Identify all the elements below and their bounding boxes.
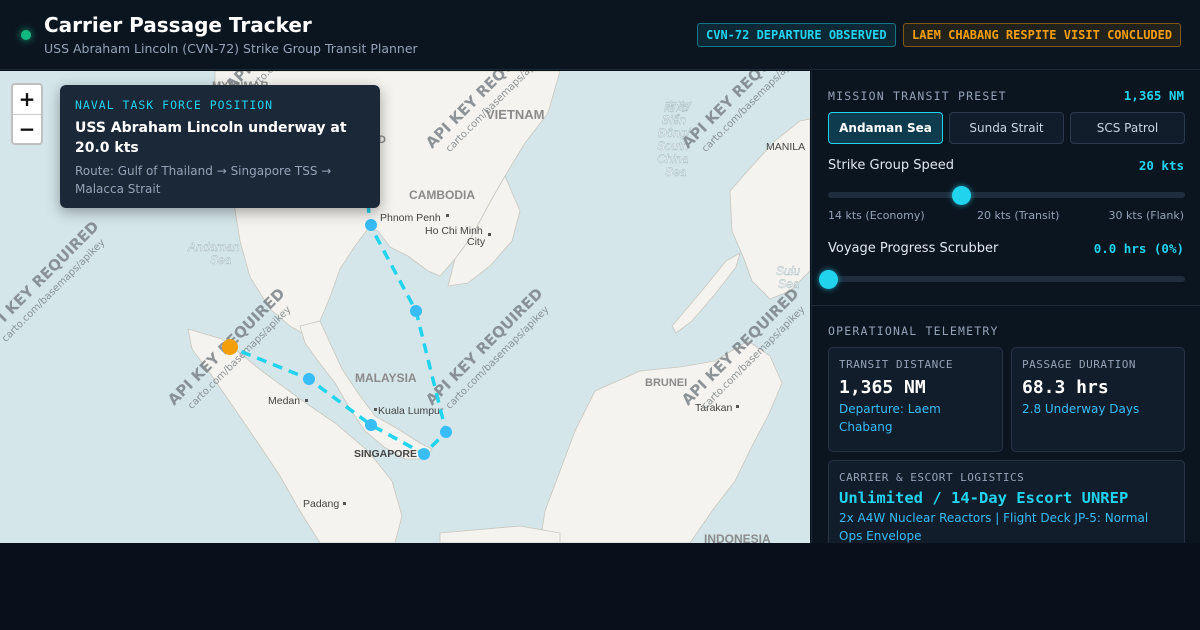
map-label-andaman-sea: Sea — [210, 253, 232, 267]
map-label-scs-5: China — [657, 152, 689, 166]
preset-scs-patrol-button[interactable]: SCS Patrol — [1070, 112, 1185, 144]
passage-duration-value: 68.3 hrs — [1022, 377, 1109, 398]
speed-tick-economy: 14 kts (Economy) — [828, 209, 925, 222]
route-waypoint[interactable] — [303, 373, 315, 385]
port-visit-status-badge: LAEM CHABANG RESPITE VISIT CONCLUDED — [903, 23, 1182, 47]
kuala-lumpur-marker — [374, 408, 377, 411]
preset-sunda-strait-button[interactable]: Sunda Strait — [949, 112, 1064, 144]
app-subtitle: USS Abraham Lincoln (CVN-72) Strike Grou… — [44, 41, 418, 56]
route-waypoint[interactable] — [418, 448, 430, 460]
map-label-scs-2: Biển — [662, 113, 686, 127]
medan-marker — [305, 399, 308, 402]
passage-duration-card: PASSAGE DURATION 68.3 hrs 2.8 Underway D… — [1011, 347, 1185, 452]
map-label-cambodia: CAMBODIA — [409, 188, 475, 202]
speed-label: Strike Group Speed — [828, 158, 954, 173]
transit-distance-sub: Departure: Laem Chabang — [839, 402, 941, 434]
app-header: Carrier Passage Tracker USS Abraham Linc… — [0, 0, 1200, 70]
speed-tick-flank: 30 kts (Flank) — [1108, 209, 1184, 222]
zoom-out-button[interactable]: − — [13, 114, 41, 143]
status-indicator — [21, 30, 31, 40]
route-waypoint[interactable] — [365, 419, 377, 431]
panel-divider — [812, 305, 1200, 306]
route-waypoint[interactable] — [365, 219, 377, 231]
preset-andaman-sea-button[interactable]: Andaman Sea — [828, 112, 943, 144]
map-label-andaman: Andaman — [187, 240, 240, 254]
ho-chi-minh-marker — [488, 233, 491, 236]
phnom-penh-marker — [446, 214, 449, 217]
zoom-in-button[interactable]: + — [13, 85, 41, 114]
speed-value: 20 kts — [1138, 158, 1184, 173]
progress-value: 0.0 hrs (0%) — [1093, 241, 1184, 256]
map-label-scs-1: 南海/ — [663, 100, 692, 114]
speed-tick-transit: 20 kts (Transit) — [977, 209, 1060, 222]
telemetry-section-label: OPERATIONAL TELEMETRY — [828, 324, 999, 338]
departure-status-badge: CVN-72 DEPARTURE OBSERVED — [697, 23, 896, 47]
route-waypoint[interactable] — [410, 305, 422, 317]
carrier-position-marker[interactable] — [222, 339, 238, 355]
map-label-singapore: SINGAPORE — [354, 448, 417, 460]
map-label-brunei: BRUNEI — [645, 377, 687, 389]
map-view[interactable]: VIETNAM MYANMAR D CAMBODIA Phnom Penh Ho… — [0, 71, 810, 543]
transit-distance-title: TRANSIT DISTANCE — [839, 358, 953, 371]
logistics-title: CARRIER & ESCORT LOGISTICS — [839, 471, 1025, 484]
speed-slider-thumb[interactable] — [952, 185, 972, 205]
map-label-padang: Padang — [303, 498, 339, 510]
position-popup: NAVAL TASK FORCE POSITION USS Abraham Li… — [60, 85, 380, 208]
control-panel: MISSION TRANSIT PRESET 1,365 NM Andaman … — [811, 71, 1200, 543]
tarakan-marker — [736, 405, 739, 408]
popup-title: USS Abraham Lincoln underway at 20.0 kts — [75, 120, 347, 156]
map-label-indonesia: INDONESIA — [704, 532, 771, 543]
transit-distance-card: TRANSIT DISTANCE 1,365 NM Departure: Lae… — [828, 347, 1003, 452]
popup-route: Route: Gulf of Thailand → Singapore TSS … — [75, 164, 332, 196]
padang-marker — [343, 502, 346, 505]
progress-scrubber[interactable] — [818, 269, 1185, 289]
map-label-scs-6: Sea — [665, 165, 687, 179]
map-label-ho-chi-minh-city: City — [467, 236, 486, 248]
map-zoom-control: + − — [11, 83, 43, 145]
map-label-sulu: Sulu — [776, 264, 800, 278]
passage-duration-sub: 2.8 Underway Days — [1022, 402, 1140, 416]
progress-scrubber-thumb[interactable] — [818, 269, 838, 289]
logistics-value: Unlimited / 14-Day Escort UNREP — [839, 489, 1129, 507]
preset-distance: 1,365 NM — [1123, 88, 1184, 103]
progress-label: Voyage Progress Scrubber — [828, 241, 999, 256]
popup-kicker: NAVAL TASK FORCE POSITION — [75, 98, 274, 112]
app-title: Carrier Passage Tracker — [44, 13, 312, 37]
map-label-malaysia: MALAYSIA — [355, 371, 417, 385]
logistics-card: CARRIER & ESCORT LOGISTICS Unlimited / 1… — [828, 460, 1185, 543]
map-label-manila: MANILA — [766, 141, 805, 153]
route-waypoint[interactable] — [440, 426, 452, 438]
logistics-sub: 2x A4W Nuclear Reactors | Flight Deck JP… — [839, 511, 1149, 543]
passage-duration-title: PASSAGE DURATION — [1022, 358, 1136, 371]
map-label-medan: Medan — [268, 395, 300, 407]
speed-slider[interactable] — [828, 185, 1185, 205]
map-label-phnom-penh: Phnom Penh — [380, 212, 441, 224]
preset-section-label: MISSION TRANSIT PRESET — [828, 89, 1007, 103]
transit-distance-value: 1,365 NM — [839, 377, 926, 398]
